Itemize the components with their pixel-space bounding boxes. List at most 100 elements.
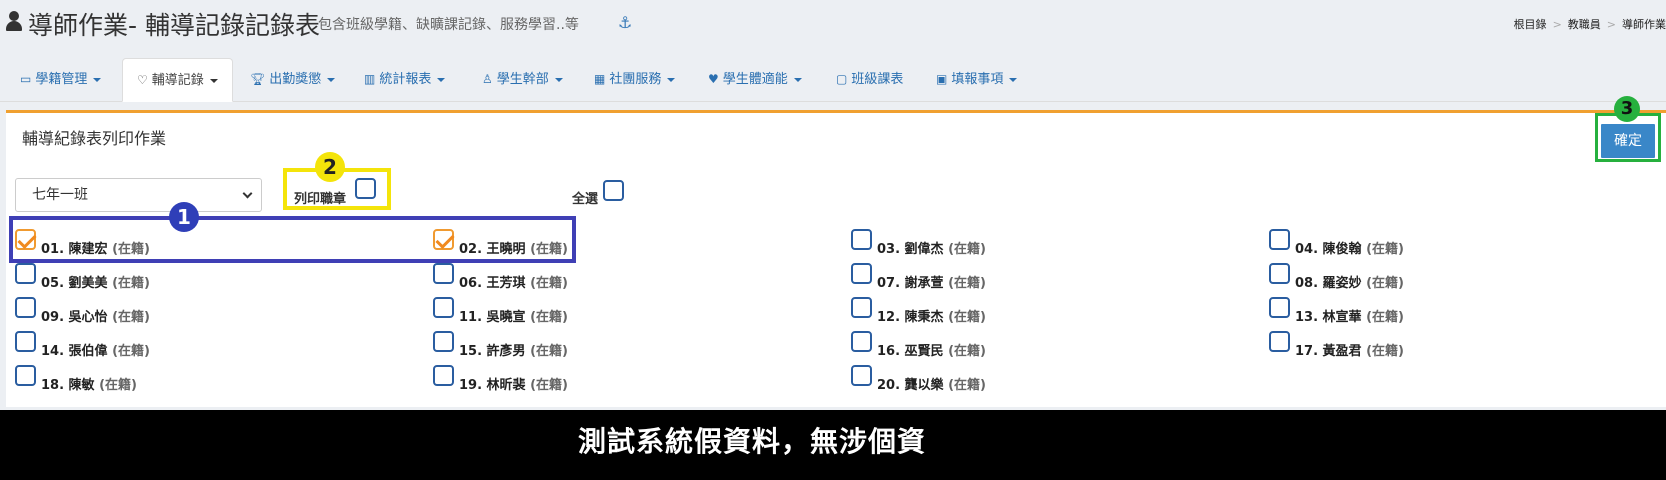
student-status: (在籍) — [948, 242, 986, 257]
student-name: 19. 林昕裴 — [459, 378, 526, 393]
student-status: (在籍) — [112, 344, 150, 359]
student-name: 16. 巫賢民 — [877, 344, 944, 359]
student-status: (在籍) — [112, 310, 150, 325]
student-label: 12. 陳秉杰 (在籍) — [877, 306, 986, 325]
student-label: 06. 王芳琪 (在籍) — [459, 272, 568, 291]
student-checkbox[interactable] — [433, 331, 454, 352]
nav-item-fitness[interactable]: ♥ 學生體適能 — [708, 58, 802, 102]
nav-item-club-service[interactable]: ▦ 社團服務 — [594, 58, 676, 102]
student-name: 11. 吳曉宣 — [459, 310, 526, 325]
annotation-badge-3: 3 — [1614, 96, 1640, 122]
nav-item-attendance[interactable]: 🏆︎ 出勤獎懲 — [250, 58, 336, 102]
class-select[interactable]: 七年一班 — [15, 178, 262, 212]
page-subtitle: 包含班級學籍、缺曠課記錄、服務學習..等 — [318, 17, 579, 33]
form-icon: ▣ — [936, 72, 948, 86]
student-checkbox[interactable] — [1269, 229, 1290, 250]
nav-item-student-cadres[interactable]: ♙ 學生幹部 — [482, 58, 563, 102]
select-all-label: 全選 — [572, 192, 599, 207]
nav-item-class-schedule[interactable]: ▢ 班級課表 — [836, 58, 903, 102]
student-checkbox[interactable] — [433, 365, 454, 386]
title-bar: 導師作業- 輔導記錄記錄表 包含班級學籍、缺曠課記錄、服務學習..等 ⚓ 根目錄… — [0, 0, 1666, 50]
select-all-checkbox[interactable] — [603, 180, 624, 201]
student-name: 05. 劉美美 — [41, 276, 108, 291]
student-label: 17. 黃盈君 (在籍) — [1295, 340, 1404, 359]
student-name: 04. 陳俊翰 — [1295, 242, 1362, 257]
student-checkbox[interactable] — [1269, 331, 1290, 352]
student-label: 07. 謝承萱 (在籍) — [877, 272, 986, 291]
student-checkbox[interactable] — [851, 365, 872, 386]
nav-item-statistics[interactable]: ▥ 統計報表 — [364, 58, 446, 102]
breadcrumb-item[interactable]: 教職員 — [1568, 18, 1601, 31]
student-checkbox[interactable] — [433, 263, 454, 284]
student-label: 18. 陳敏 (在籍) — [41, 374, 137, 393]
student-status: (在籍) — [948, 378, 986, 393]
student-name: 03. 劉偉杰 — [877, 242, 944, 257]
student-checkbox[interactable] — [851, 229, 872, 250]
student-name: 18. 陳敏 — [41, 378, 95, 393]
main-nav: ▭ 學籍管理 ♡ 輔導記錄 🏆︎ 出勤獎懲 ▥ 統計報表 ♙ 學生幹部 ▦ 社團服務 ♥ 學生… — [0, 58, 1666, 102]
student-checkbox[interactable] — [851, 297, 872, 318]
trophy-icon: 🏆︎ — [250, 72, 266, 86]
student-status: (在籍) — [1366, 242, 1404, 257]
student-status: (在籍) — [112, 276, 150, 291]
student-status: (在籍) — [1366, 344, 1404, 359]
breadcrumb-item[interactable]: 導師作業 — [1622, 18, 1666, 31]
student-checkbox[interactable] — [15, 263, 36, 284]
student-status: (在籍) — [948, 310, 986, 325]
student-label: 20. 龔以樂 (在籍) — [877, 374, 986, 393]
student-status: (在籍) — [530, 378, 568, 393]
heart-icon: ♡ — [137, 73, 148, 87]
student-checkbox[interactable] — [15, 365, 36, 386]
panel-title: 輔導紀錄表列印作業 — [22, 129, 167, 148]
student-status: (在籍) — [99, 378, 137, 393]
page-title: 導師作業- 輔導記錄記錄表 — [28, 11, 320, 40]
student-name: 08. 羅姿妙 — [1295, 276, 1362, 291]
student-status: (在籍) — [1366, 310, 1404, 325]
student-checkbox[interactable] — [433, 297, 454, 318]
student-label: 09. 吳心怡 (在籍) — [41, 306, 150, 325]
heartbeat-icon: ♥ — [708, 72, 719, 86]
student-label: 11. 吳曉宣 (在籍) — [459, 306, 568, 325]
student-name: 12. 陳秉杰 — [877, 310, 944, 325]
caption-bar: 測試系統假資料，無涉個資 — [0, 410, 1666, 480]
student-name: 06. 王芳琪 — [459, 276, 526, 291]
annotation-badge-2: 2 — [315, 152, 345, 182]
student-name: 13. 林宣華 — [1295, 310, 1362, 325]
nav-item-reporting[interactable]: ▣ 填報事項 — [936, 58, 1018, 102]
bar-chart-icon: ▥ — [364, 72, 376, 86]
student-label: 16. 巫賢民 (在籍) — [877, 340, 986, 359]
nav-item-counseling-records[interactable]: ♡ 輔導記錄 — [122, 58, 233, 102]
anchor-icon[interactable]: ⚓ — [618, 13, 632, 32]
nav-item-student-records[interactable]: ▭ 學籍管理 — [20, 58, 102, 102]
caption-text: 測試系統假資料，無涉個資 — [578, 425, 927, 458]
student-checkbox[interactable] — [15, 297, 36, 318]
breadcrumb-item[interactable]: 根目錄 — [1514, 18, 1547, 31]
student-checkbox[interactable] — [15, 331, 36, 352]
annotation-badge-1: 1 — [169, 202, 199, 232]
student-checkbox[interactable] — [1269, 297, 1290, 318]
student-label: 19. 林昕裴 (在籍) — [459, 374, 568, 393]
calendar-icon: ▢ — [836, 72, 848, 86]
student-label: 15. 許彥男 (在籍) — [459, 340, 568, 359]
student-checkbox[interactable] — [1269, 263, 1290, 284]
student-label: 14. 張伯偉 (在籍) — [41, 340, 150, 359]
student-checkbox[interactable] — [851, 263, 872, 284]
student-label: 08. 羅姿妙 (在籍) — [1295, 272, 1404, 291]
student-name: 17. 黃盈君 — [1295, 344, 1362, 359]
student-status: (在籍) — [530, 344, 568, 359]
group-icon: ▦ — [594, 72, 606, 86]
student-name: 15. 許彥男 — [459, 344, 526, 359]
student-name: 07. 謝承萱 — [877, 276, 944, 291]
student-status: (在籍) — [530, 276, 568, 291]
student-name: 20. 龔以樂 — [877, 378, 944, 393]
student-label: 05. 劉美美 (在籍) — [41, 272, 150, 291]
student-label: 03. 劉偉杰 (在籍) — [877, 238, 986, 257]
highlight-box-1 — [9, 216, 576, 263]
id-card-icon: ▭ — [20, 72, 32, 86]
student-status: (在籍) — [1366, 276, 1404, 291]
student-name: 14. 張伯偉 — [41, 344, 108, 359]
student-status: (在籍) — [948, 344, 986, 359]
person-icon: ♙ — [482, 72, 493, 86]
student-checkbox[interactable] — [851, 331, 872, 352]
student-label: 04. 陳俊翰 (在籍) — [1295, 238, 1404, 257]
